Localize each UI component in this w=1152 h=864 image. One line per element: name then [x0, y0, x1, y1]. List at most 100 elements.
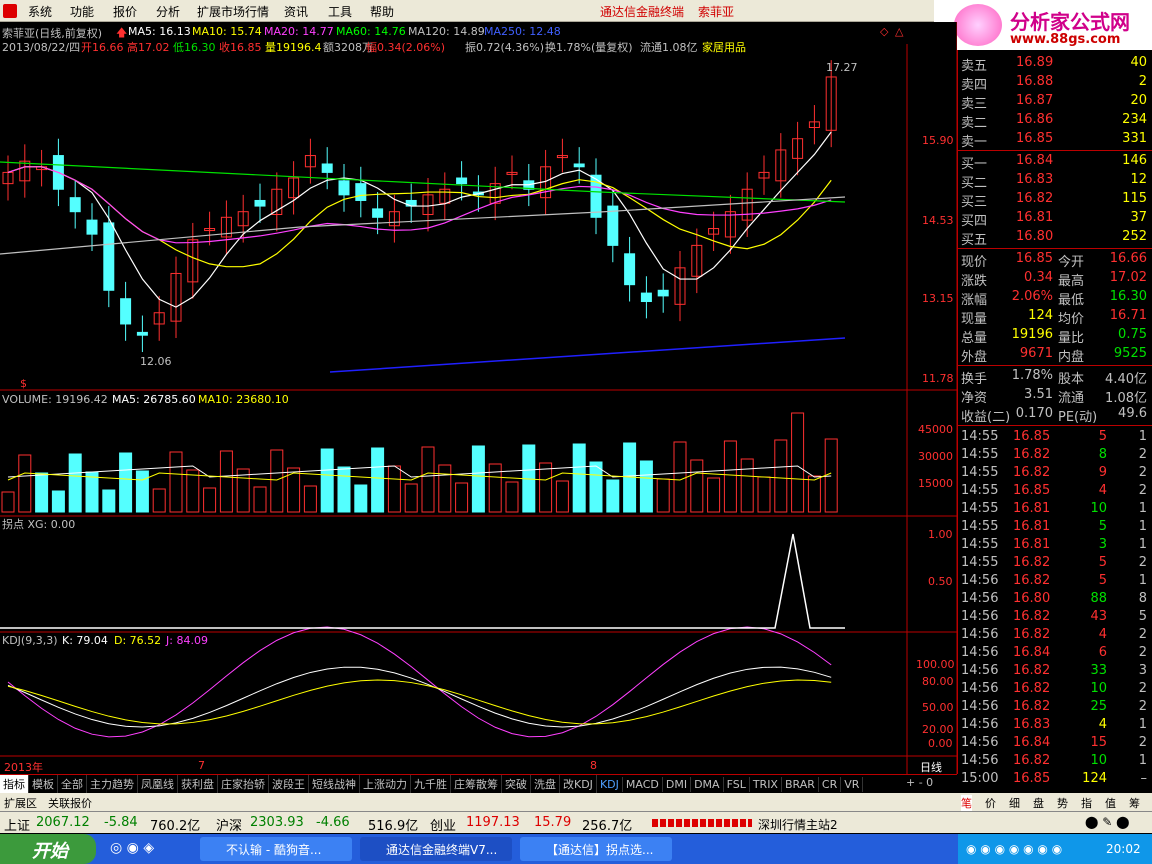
tick-volume: 3 — [1098, 537, 1107, 552]
taskbar: 开始 ◎ ◉ ◈ 不认输 - 酷狗音... 通达信金融终端V7... 【通达信】… — [0, 834, 1152, 864]
tab-8[interactable]: 短线战神 — [309, 775, 360, 793]
tab-22[interactable]: CR — [819, 777, 842, 792]
tab-2[interactable]: 全部 — [58, 775, 87, 793]
right-tab-1[interactable]: 价 — [985, 795, 996, 811]
stat-row: 涨幅 2.06% 最低 16.30 — [958, 288, 1152, 308]
stat-value: 49.6 — [1118, 406, 1147, 421]
app-icon — [3, 4, 17, 18]
tab-related-quote[interactable]: 关联报价 — [48, 795, 92, 811]
tab-16[interactable]: MACD — [623, 777, 663, 792]
tick-time: 14:55 — [961, 429, 999, 444]
right-tab-0[interactable]: 笔 — [961, 795, 972, 811]
right-tab-7[interactable]: 筹 — [1129, 795, 1140, 811]
tab-9[interactable]: 上涨动力 — [360, 775, 411, 793]
start-button[interactable]: 开始 — [0, 834, 96, 864]
menu-tools[interactable]: 工具 — [328, 3, 352, 20]
tab-13[interactable]: 洗盘 — [531, 775, 560, 793]
tab-scroll-controls[interactable]: + - 0 — [906, 776, 933, 789]
tab-20[interactable]: TRIX — [750, 777, 782, 792]
tab-18[interactable]: DMA — [691, 777, 724, 792]
tab-19[interactable]: FSL — [724, 777, 750, 792]
tick-price: 16.82 — [1013, 699, 1051, 714]
right-tab-4[interactable]: 势 — [1057, 795, 1068, 811]
ma250-label: MA250: 12.48 — [484, 25, 561, 38]
tab-10[interactable]: 九千胜 — [411, 775, 451, 793]
market-breadth-bar — [652, 819, 752, 827]
volume-axis-tick: 45000 — [918, 423, 953, 436]
tab-11[interactable]: 庄筹散筹 — [451, 775, 502, 793]
tick-count: 8 — [1138, 591, 1147, 606]
right-tab-3[interactable]: 盘 — [1033, 795, 1044, 811]
tick-row: 14:56 16.82 5 1 — [958, 572, 1152, 590]
right-tab-2[interactable]: 细 — [1009, 795, 1020, 811]
tab-14[interactable]: 改KDJ — [560, 775, 597, 793]
tab-17[interactable]: DMI — [663, 777, 692, 792]
menu-quote[interactable]: 报价 — [113, 3, 137, 20]
tick-volume: 25 — [1090, 699, 1107, 714]
info-open: 开16.66 — [81, 41, 124, 54]
tab-5[interactable]: 获利盘 — [178, 775, 218, 793]
taskbar-item-music[interactable]: 不认输 - 酷狗音... — [200, 837, 352, 861]
tick-row: 14:56 16.80 88 8 — [958, 590, 1152, 608]
tab-6[interactable]: 庄家抬轿 — [218, 775, 269, 793]
taskbar-item-browser[interactable]: 【通达信】拐点选... — [520, 837, 672, 861]
stat-label: 涨幅 — [961, 293, 988, 308]
stat-value: 19196 — [1011, 327, 1053, 342]
info-sector: 家居用品 — [702, 41, 746, 54]
stat-row: 外盘 9671 内盘 9525 — [958, 345, 1152, 365]
taskbar-item-tdx[interactable]: 通达信金融终端V7... — [360, 837, 512, 861]
price-axis-tick: 11.78 — [922, 372, 954, 385]
tick-volume: 10 — [1090, 681, 1107, 696]
tab-7[interactable]: 波段王 — [269, 775, 309, 793]
tick-volume: 4 — [1098, 483, 1107, 498]
menu-function[interactable]: 功能 — [70, 3, 94, 20]
candle-body — [624, 253, 636, 286]
tab-4[interactable]: 凤凰线 — [138, 775, 178, 793]
tab-extended-area[interactable]: 扩展区 — [4, 795, 37, 811]
tick-count: 2 — [1138, 465, 1147, 480]
ma-lines — [0, 131, 846, 308]
tick-price: 16.81 — [1013, 537, 1051, 552]
menu-analysis[interactable]: 分析 — [156, 3, 180, 20]
volume-title: VOLUME: 19196.42 — [2, 393, 108, 406]
period-label[interactable]: 日线 — [920, 759, 942, 775]
tab-0[interactable]: 指标 — [0, 775, 29, 793]
tab-21[interactable]: BRAR — [782, 777, 819, 792]
info-close: 收16.85 — [219, 41, 262, 54]
menu-help[interactable]: 帮助 — [370, 3, 394, 20]
volume-bars — [1, 412, 838, 513]
status-tray-icons[interactable]: ⬤ ✎ ⬤ — [1085, 815, 1130, 829]
tick-volume: 124 — [1082, 771, 1107, 786]
tick-time: 14:55 — [961, 501, 999, 516]
right-tab-5[interactable]: 指 — [1081, 795, 1092, 811]
tab-12[interactable]: 突破 — [502, 775, 531, 793]
tick-time: 14:56 — [961, 609, 999, 624]
tab-15[interactable]: KDJ — [597, 777, 623, 792]
menu-extended-market[interactable]: 扩展市场行情 — [197, 3, 269, 20]
tab-1[interactable]: 模板 — [29, 775, 58, 793]
tab-23[interactable]: VR — [841, 777, 864, 792]
tick-time: 14:55 — [961, 447, 999, 462]
stat-label: 净资 — [961, 391, 988, 406]
ask-volume: 234 — [1122, 112, 1147, 127]
menu-news[interactable]: 资讯 — [284, 3, 308, 20]
stock-title: 索菲亚 — [698, 5, 735, 19]
sh-index-amount: 760.2亿 — [150, 819, 201, 834]
quicklaunch-icons[interactable]: ◎ ◉ ◈ — [110, 840, 154, 856]
stat-value: 0.75 — [1118, 327, 1147, 342]
tick-time: 14:55 — [961, 537, 999, 552]
bid-label: 买二 — [961, 176, 988, 191]
bid-volume: 37 — [1130, 210, 1147, 225]
tab-3[interactable]: 主力趋势 — [87, 775, 138, 793]
bid-price: 16.82 — [1016, 191, 1054, 206]
chart-area[interactable]: 索菲亚(日线,前复权) 🡅 MA5: 16.13 MA10: 15.74 MA2… — [0, 22, 957, 774]
server-label[interactable]: 深圳行情主站2 — [758, 816, 838, 833]
candle-body — [372, 208, 384, 218]
bid-row: 买四 16.81 37 — [958, 209, 1152, 229]
price-axis-tick: 14.53 — [922, 214, 954, 227]
volume-bar — [320, 448, 334, 513]
right-tab-6[interactable]: 值 — [1105, 795, 1116, 811]
tray-icons[interactable]: ◉ ◉ ◉ ◉ ◉ ◉ ◉ — [966, 842, 1062, 856]
menu-system[interactable]: 系统 — [28, 3, 52, 20]
cy-index-value: 1197.13 — [466, 815, 520, 830]
